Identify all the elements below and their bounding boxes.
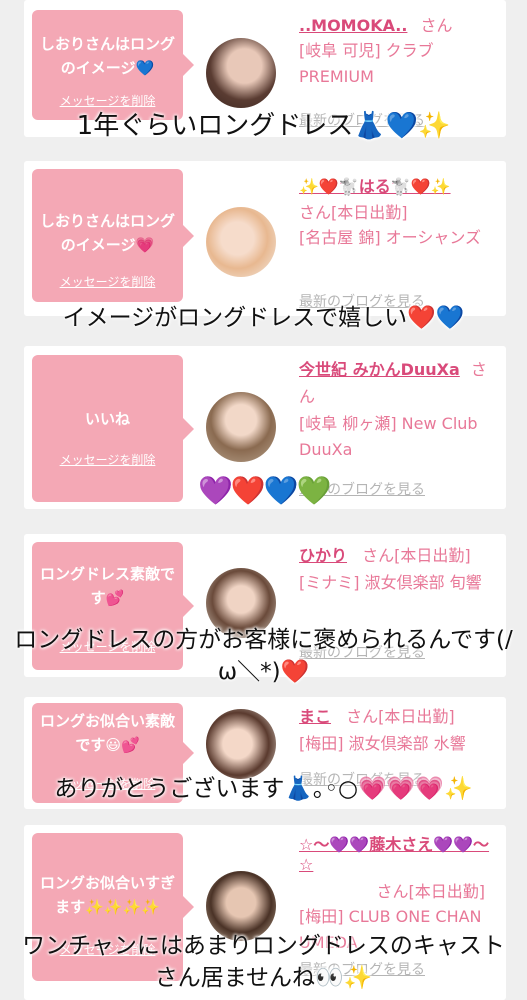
honorific: さん[本日出勤] — [299, 203, 408, 222]
cast-info: 今世紀 みかんDuuXa さん [岐阜 柳ヶ瀬] New Club DuuXa — [299, 356, 499, 463]
shop-info: [岐阜 可児] クラブPREMIUM — [299, 41, 434, 86]
message-text: いいね — [84, 410, 130, 428]
avatar[interactable] — [206, 709, 276, 779]
overlay-caption: ワンチャンにはあまりロングドレスのキャストさん居ませんね👀✨ — [22, 933, 505, 991]
delete-message-link[interactable]: メッセージを削除 — [32, 451, 183, 468]
message-text: ロングお似合い素敵です😃💕 — [40, 712, 176, 754]
cast-name-link[interactable]: 今世紀 みかんDuuXa — [299, 360, 460, 379]
avatar[interactable] — [206, 38, 276, 108]
message-card: しおりさんはロングのイメージ💗 メッセージを削除 ✨❤️🐩はる🐩❤️✨ さん[本… — [24, 161, 506, 316]
cast-info: ✨❤️🐩はる🐩❤️✨ さん[本日出勤] [名古屋 錦] オーシャンズ — [299, 173, 499, 251]
overlay-caption: ロングドレスの方がお客様に褒められるんです(/ω＼*)❤️ — [14, 627, 513, 685]
message-text: しおりさんはロングのイメージ💗 — [40, 212, 176, 254]
delete-message-link[interactable]: メッセージを削除 — [32, 92, 183, 109]
overlay-caption: ありがとうございます👗｡◦○💗💗💗✨ — [54, 776, 473, 802]
emoji-hearts: 💜❤️💙💚 — [198, 474, 331, 507]
message-text: ロングドレス素敵です💕 — [40, 565, 176, 607]
shop-info: [名古屋 錦] オーシャンズ — [299, 228, 482, 247]
shop-info: [ミナミ] 淑女倶楽部 旬響 — [299, 573, 482, 592]
overlay-caption: イメージがロングドレスで嬉しい❤️💙 — [62, 305, 465, 331]
cast-name-link[interactable]: まこ — [299, 707, 331, 726]
message-bubble: いいね メッセージを削除 — [32, 355, 194, 502]
shop-info: [岐阜 柳ヶ瀬] New Club DuuXa — [299, 414, 478, 459]
overlay-caption: 1年ぐらいロングドレス👗💙✨ — [76, 111, 451, 141]
cast-name-link[interactable]: ひかり — [299, 546, 347, 565]
message-text: ロングお似合いすぎます✨✨✨✨ — [40, 874, 176, 916]
honorific: さん[本日出勤] — [376, 882, 486, 901]
cast-info: まこ さん[本日出勤] [梅田] 淑女倶楽部 水響 — [299, 703, 499, 757]
cast-name-link[interactable]: ✨❤️🐩はる🐩❤️✨ — [299, 173, 499, 197]
avatar[interactable] — [206, 207, 276, 277]
message-bubble: しおりさんはロングのイメージ💙 メッセージを削除 — [32, 10, 194, 120]
delete-message-link[interactable]: メッセージを削除 — [32, 273, 183, 290]
honorific: さん[本日出勤] — [362, 546, 471, 565]
message-text: しおりさんはロングのイメージ💙 — [40, 35, 176, 77]
cast-info: ひかり さん[本日出勤] [ミナミ] 淑女倶楽部 旬響 — [299, 542, 499, 596]
cast-info: ..MOMOKA.. さん [岐阜 可児] クラブPREMIUM — [299, 12, 499, 90]
honorific: さん — [420, 16, 453, 35]
message-bubble: しおりさんはロングのイメージ💗 メッセージを削除 — [32, 169, 194, 302]
cast-name-link[interactable]: ☆〜💜💜藤木さえ💜💜〜☆ — [299, 831, 499, 874]
avatar[interactable] — [206, 392, 276, 462]
shop-info: [梅田] 淑女倶楽部 水響 — [299, 734, 466, 753]
honorific: さん[本日出勤] — [346, 707, 455, 726]
cast-name-link[interactable]: ..MOMOKA.. — [299, 16, 407, 35]
